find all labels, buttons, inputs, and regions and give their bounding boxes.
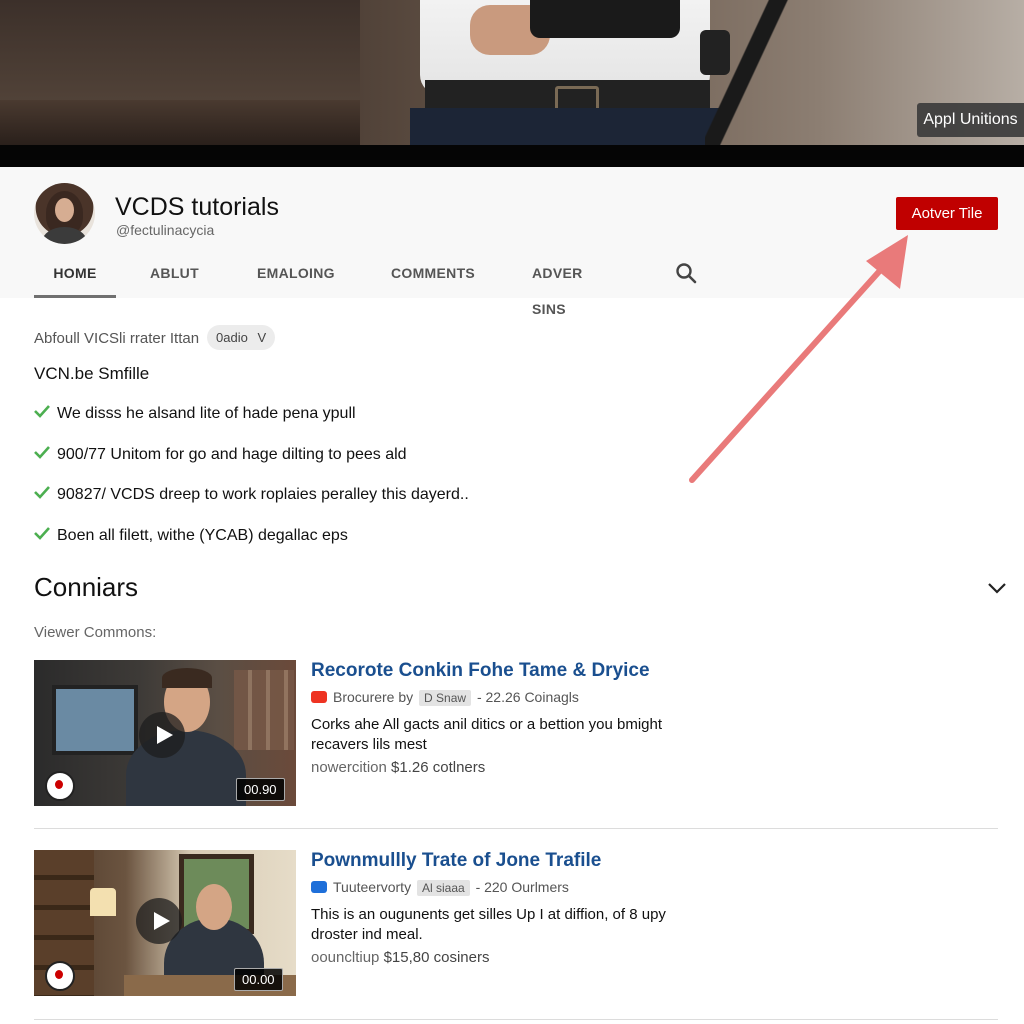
video-duration: 00.00 [234,968,283,991]
video-stats-label: oouncltiup [311,949,380,966]
audio-chip-label: 0adio [216,330,248,345]
avatar-face [55,198,74,222]
banner-shelf [0,100,360,145]
comments-heading: Conniars [34,572,139,602]
thumbnail-face [196,884,232,930]
banner-tripod-head [700,30,730,75]
list-divider [34,828,998,829]
thumbnail-hair [162,668,212,688]
channel-handle: @fectulinacycia [116,222,215,238]
video-tag: Al siaaa [416,880,470,896]
play-icon[interactable] [136,898,182,944]
video-meta: Brocurere by D Snaw - 22.26 Coinagls [311,689,579,706]
youtube-icon [311,691,327,703]
channel-logo-icon [311,881,327,893]
feature-text: Boen all filett, withe (YCAB) degallac e… [57,527,348,544]
checkmark-icon [34,405,50,418]
thumbnail-screen [52,685,138,755]
annotation-arrow-icon [689,235,908,483]
video-title[interactable]: Pownmullly Trate of Jone Trafile [311,850,601,872]
video-channel[interactable]: Brocurere by [333,689,413,705]
list-divider [34,1019,998,1020]
checkmark-icon [34,527,50,540]
audio-chip[interactable]: 0adio V [207,325,276,350]
video-channel[interactable]: Tuuteervorty [333,879,411,895]
video-views: - 22.26 Coinagls [476,689,579,705]
tab-emailing[interactable]: EMALOING [257,255,335,295]
video-title[interactable]: Recorote Conkin Fohe Tame & Dryice [311,660,650,682]
channel-banner: Appl Unitions [0,0,1024,145]
banner-camera [530,0,680,38]
channel-name: VCDS tutorials [115,193,279,221]
video-stats-label: nowercition [311,759,387,776]
banner-pants [410,108,720,145]
channel-badge-icon [45,771,75,801]
video-list-item[interactable]: 00.00 Pownmullly Trate of Jone Trafile T… [34,850,1004,997]
viewer-comments-label: Viewer Commons: [34,624,157,641]
video-thumbnail[interactable]: 00.00 [34,850,296,996]
about-subtitle: VCN.be Smfille [34,364,150,383]
video-tag: D Snaw [419,690,472,706]
chip-caret-icon: V [257,330,267,345]
play-icon[interactable] [139,712,185,758]
about-summary: Abfoull VICSli rrater Ittan [34,330,200,347]
checkmark-icon [34,446,50,459]
tab-about[interactable]: ABLUT [150,255,199,295]
channel-badge-icon [45,961,75,991]
channel-avatar[interactable] [34,183,95,244]
video-price: $15,80 cosiners [383,949,490,966]
tab-advertisers[interactable]: ADVER SINS [532,255,583,317]
video-description: Corks ahe All gacts anil ditics or a bet… [311,716,663,753]
avatar-body [42,227,87,244]
chevron-down-icon[interactable] [986,580,1008,596]
banner-link-button[interactable]: Appl Unitions [917,103,1024,137]
video-list-item[interactable]: 00.90 Recorote Conkin Fohe Tame & Dryice… [34,660,1004,807]
checkmark-icon [34,486,50,499]
video-stats: oouncltiup $15,80 cosiners [311,949,489,966]
video-views: - 220 Ourlmers [475,879,569,895]
feature-text: 900/77 Unitom for go and hage dilting to… [57,446,407,463]
feature-text: 90827/ VCDS dreep to work roplaies peral… [57,486,469,503]
video-duration: 00.90 [236,778,285,801]
tab-comments[interactable]: COMMENTS [391,255,475,295]
tab-home[interactable]: HOME [34,255,116,298]
video-meta: Tuuteervorty Al siaaa - 220 Ourlmers [311,879,569,896]
thumbnail-lamp [90,888,116,916]
thumbnail-wall-frames [234,670,294,750]
video-stats: nowercition $1.26 cotlners [311,759,485,776]
banner-divider [0,145,1024,167]
video-price: $1.26 cotlners [391,759,486,776]
video-description: This is an ougunents get silles Up I at … [311,906,666,943]
feature-text: We disss he alsand lite of hade pena ypu… [57,405,356,422]
video-thumbnail[interactable]: 00.90 [34,660,296,806]
